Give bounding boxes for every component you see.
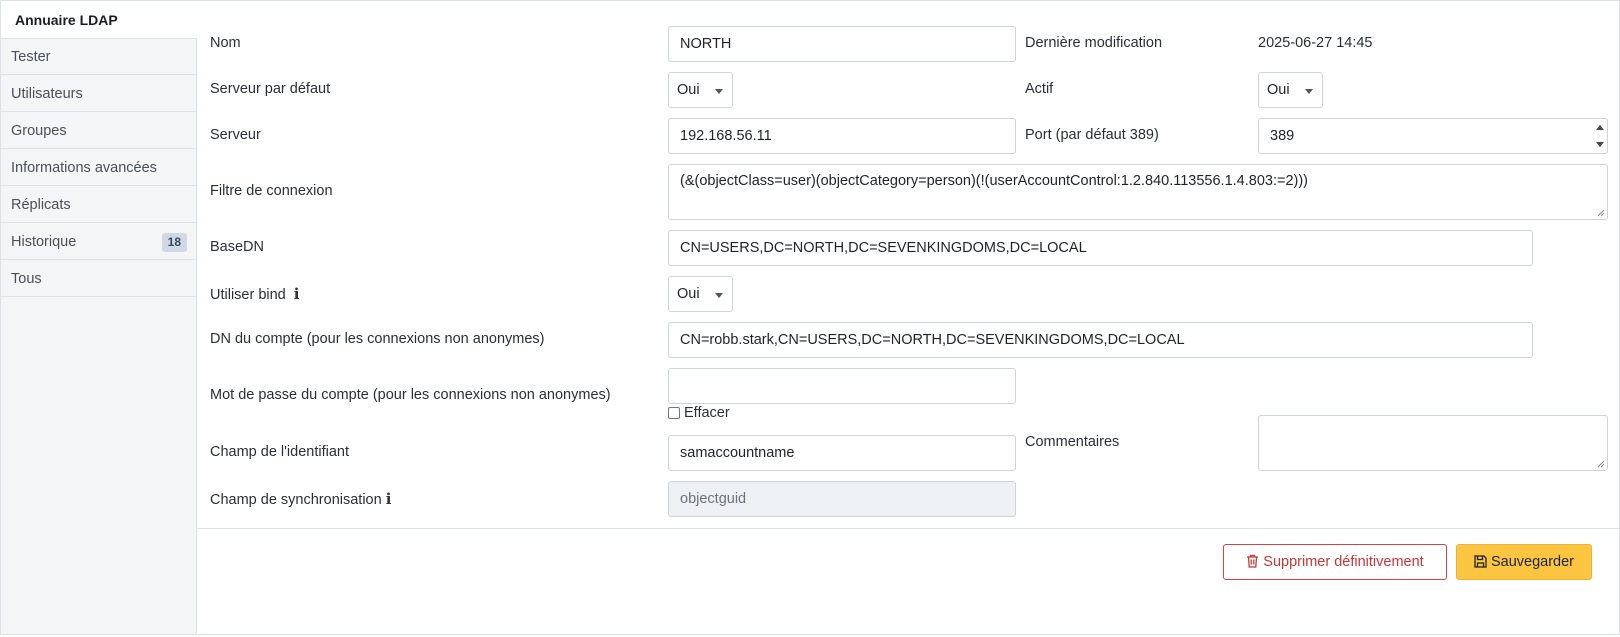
account-dn-input[interactable]: CN=robb.stark,CN=USERS,DC=NORTH,DC=SEVEN… bbox=[668, 322, 1533, 358]
chevron-down-icon bbox=[715, 293, 723, 298]
spinner-arrows-icon[interactable] bbox=[1595, 122, 1605, 150]
sidebar-item-all[interactable]: Tous bbox=[1, 261, 196, 297]
chevron-down-icon bbox=[715, 89, 723, 94]
name-label: Nom bbox=[210, 35, 241, 51]
default-server-label: Serveur par défaut bbox=[210, 81, 331, 97]
sidebar-item-label: Annuaire LDAP bbox=[15, 12, 118, 28]
resize-handle-icon[interactable] bbox=[1597, 209, 1605, 217]
floppy-icon bbox=[1474, 555, 1487, 568]
comments-label: Commentaires bbox=[1025, 434, 1120, 450]
name-input[interactable]: NORTH bbox=[668, 26, 1016, 62]
sidebar-item-groups[interactable]: Groupes bbox=[1, 113, 196, 149]
sidebar-item-test[interactable]: Tester bbox=[1, 39, 196, 75]
active-label: Actif bbox=[1025, 81, 1054, 97]
actions-divider bbox=[197, 528, 1619, 529]
sidebar-item-label: Tester bbox=[11, 49, 51, 65]
connection-filter-value: (&(objectClass=user)(objectCategory=pers… bbox=[680, 173, 1308, 189]
account-password-input[interactable] bbox=[668, 368, 1016, 404]
sync-field-label-text: Champ de synchronisation bbox=[210, 492, 382, 508]
ldap-form-panel: Annuaire LDAP Tester Utilisateurs Groupe… bbox=[0, 0, 1620, 635]
resize-handle-icon[interactable] bbox=[1597, 460, 1605, 468]
sidebar-item-label: Informations avancées bbox=[11, 160, 157, 176]
connection-filter-textarea[interactable]: (&(objectClass=user)(objectCategory=pers… bbox=[668, 164, 1608, 220]
trash-icon bbox=[1247, 554, 1259, 568]
connection-filter-label: Filtre de connexion bbox=[210, 183, 333, 199]
sidebar-item-users[interactable]: Utilisateurs bbox=[1, 76, 196, 112]
sidebar-item-label: Utilisateurs bbox=[11, 86, 83, 102]
use-bind-select[interactable]: Oui bbox=[668, 276, 733, 312]
last-modified-value: 2025-06-27 14:45 bbox=[1258, 35, 1373, 51]
active-value: Oui bbox=[1267, 82, 1290, 98]
sync-field-input: objectguid bbox=[668, 481, 1016, 517]
clear-password-checkbox[interactable] bbox=[668, 407, 680, 419]
delete-button-label: Supprimer définitivement bbox=[1263, 554, 1424, 570]
login-field-label: Champ de l'identifiant bbox=[210, 444, 349, 460]
sidebar: Annuaire LDAP Tester Utilisateurs Groupe… bbox=[1, 1, 197, 634]
basedn-label: BaseDN bbox=[210, 239, 264, 255]
clear-password-label: Effacer bbox=[684, 405, 730, 421]
use-bind-label: Utiliser bind i bbox=[210, 285, 299, 303]
server-label: Serveur bbox=[210, 127, 261, 143]
account-dn-label: DN du compte (pour les connexions non an… bbox=[210, 331, 545, 347]
save-button[interactable]: Sauvegarder bbox=[1456, 544, 1592, 580]
basedn-input[interactable]: CN=USERS,DC=NORTH,DC=SEVENKINGDOMS,DC=LO… bbox=[668, 230, 1533, 266]
sidebar-item-label: Tous bbox=[11, 271, 42, 287]
history-count-badge: 18 bbox=[161, 233, 187, 252]
use-bind-value: Oui bbox=[677, 286, 700, 302]
port-label: Port (par défaut 389) bbox=[1025, 127, 1159, 143]
port-input[interactable]: 389 bbox=[1258, 118, 1608, 154]
login-field-input[interactable]: samaccountname bbox=[668, 435, 1016, 471]
server-input[interactable]: 192.168.56.11 bbox=[668, 118, 1016, 154]
info-icon[interactable]: i bbox=[294, 285, 300, 303]
sidebar-item-label: Réplicats bbox=[11, 197, 71, 213]
default-server-select[interactable]: Oui bbox=[668, 72, 733, 108]
comments-textarea[interactable] bbox=[1258, 415, 1608, 471]
active-select[interactable]: Oui bbox=[1258, 72, 1323, 108]
sidebar-item-label: Groupes bbox=[11, 123, 67, 139]
delete-permanently-button[interactable]: Supprimer définitivement bbox=[1223, 544, 1447, 580]
last-modified-label: Dernière modification bbox=[1025, 35, 1163, 51]
chevron-down-icon bbox=[1305, 89, 1313, 94]
port-value: 389 bbox=[1270, 128, 1295, 144]
sidebar-item-history[interactable]: Historique 18 bbox=[1, 224, 196, 260]
info-icon[interactable]: i bbox=[386, 490, 392, 508]
sidebar-item-advanced-info[interactable]: Informations avancées bbox=[1, 150, 196, 186]
use-bind-label-text: Utiliser bind bbox=[210, 287, 286, 303]
default-server-value: Oui bbox=[677, 82, 700, 98]
sidebar-item-label: Historique bbox=[11, 234, 77, 250]
account-password-label: Mot de passe du compte (pour les connexi… bbox=[210, 387, 611, 403]
sidebar-item-replicates[interactable]: Réplicats bbox=[1, 187, 196, 223]
sidebar-item-ldap-directory[interactable]: Annuaire LDAP bbox=[1, 1, 197, 39]
save-button-label: Sauvegarder bbox=[1490, 554, 1575, 570]
sync-field-label: Champ de synchronisation i bbox=[210, 490, 391, 508]
